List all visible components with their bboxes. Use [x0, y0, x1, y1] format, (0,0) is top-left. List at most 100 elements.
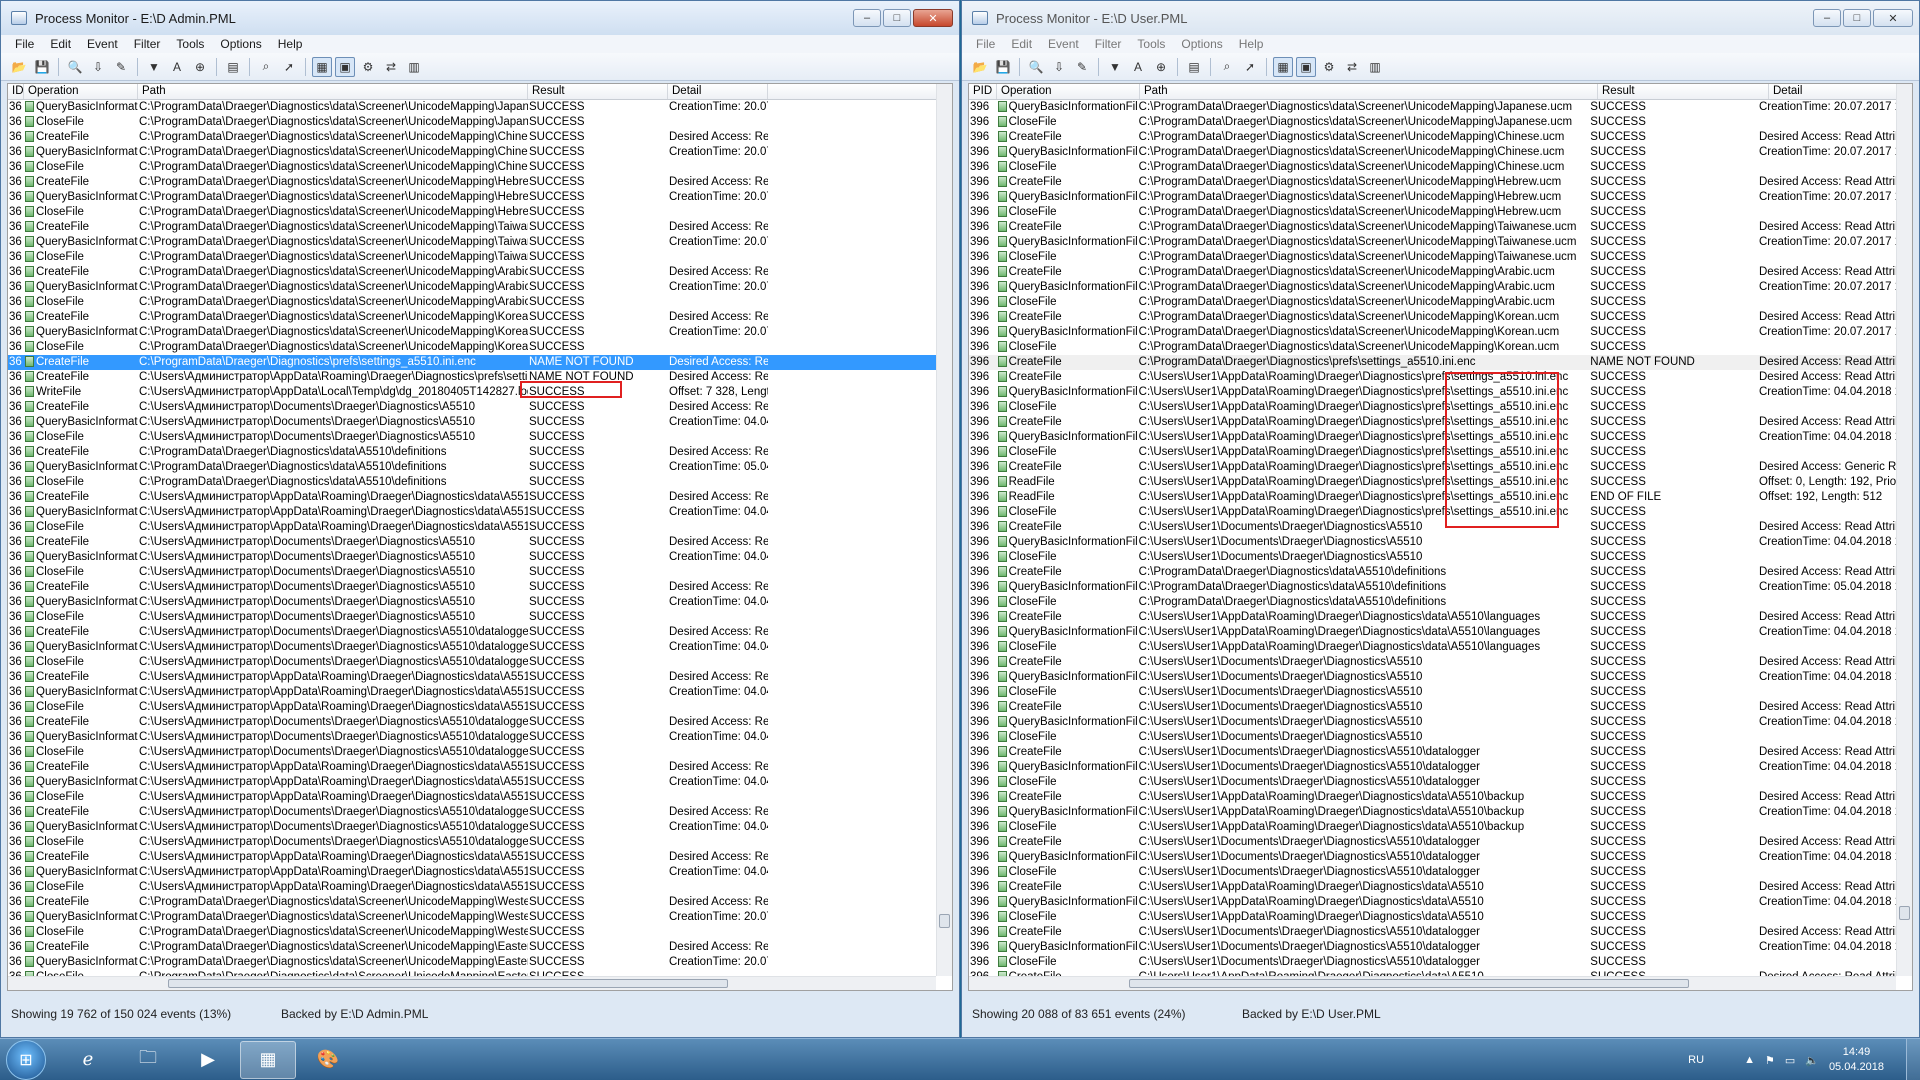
clock[interactable]: 14:49 05.04.2018: [1829, 1045, 1884, 1075]
table-row[interactable]: 36 CreateFile C:\ProgramData\Draeger\Diagn…: [8, 940, 936, 955]
table-row[interactable]: 396 CreateFile C:\Users\User1\AppData\Roam…: [969, 790, 1896, 805]
vertical-scrollbar[interactable]: [1896, 84, 1912, 976]
table-row[interactable]: 36 QueryBasicInformationFileC:\ProgramDat…: [8, 190, 936, 205]
close-button[interactable]: ✕: [913, 9, 953, 27]
table-row[interactable]: 396 CloseFile C:\Users\User1\Documents\Dra…: [969, 730, 1896, 745]
table-row[interactable]: 396 QueryBasicInformationFile C:\ProgramDa…: [969, 325, 1896, 340]
table-row[interactable]: 396 QueryBasicInformationFile C:\ProgramDa…: [969, 145, 1896, 160]
process-icon[interactable]: ⚙: [1319, 57, 1339, 77]
table-row[interactable]: 396 QueryBasicInformationFile C:\Users\Use…: [969, 940, 1896, 955]
table-row[interactable]: 396 QueryBasicInformationFile C:\Users\Use…: [969, 895, 1896, 910]
table-row[interactable]: 36 QueryBasicInformationFileC:\ProgramDat…: [8, 145, 936, 160]
table-row[interactable]: 36 CloseFile C:\ProgramData\Draeger\Diagno…: [8, 205, 936, 220]
profiling-icon[interactable]: ▥: [404, 57, 424, 77]
registry-icon[interactable]: ▦: [1273, 56, 1293, 77]
table-row[interactable]: 396 CloseFile C:\Users\User1\AppData\Roami…: [969, 505, 1896, 520]
table-row[interactable]: 36 QueryBasicInformationFileC:\ProgramDat…: [8, 460, 936, 475]
table-row[interactable]: 36 CreateFile C:\Users\Администратор\AppDa…: [8, 670, 936, 685]
table-row[interactable]: 36 CloseFile C:\ProgramData\Draeger\Diagno…: [8, 340, 936, 355]
table-row[interactable]: 36 CreateFile C:\ProgramData\Draeger\Diagn…: [8, 130, 936, 145]
show-desktop-button[interactable]: [1906, 1039, 1920, 1080]
column-pid[interactable]: PID: [969, 84, 997, 99]
autoscroll-icon[interactable]: ⇩: [1049, 57, 1069, 77]
table-row[interactable]: 36 QueryBasicInformationFileC:\ProgramDat…: [8, 910, 936, 925]
horizontal-scrollbar[interactable]: [8, 976, 936, 990]
table-row[interactable]: 396 CloseFile C:\Users\User1\AppData\Roami…: [969, 910, 1896, 925]
table-row[interactable]: 36 CreateFile C:\Users\Администратор\Docum…: [8, 400, 936, 415]
filesystem-icon[interactable]: ▣: [335, 56, 355, 77]
menu-options[interactable]: Options: [212, 37, 269, 51]
table-row[interactable]: 36 CloseFile C:\Users\Администратор\Docume…: [8, 835, 936, 850]
table-row[interactable]: 36 QueryBasicInformationFileC:\Users\Адми…: [8, 820, 936, 835]
table-row[interactable]: 396 CreateFile C:\Users\User1\AppData\Roam…: [969, 880, 1896, 895]
table-row[interactable]: 396 CloseFile C:\Users\User1\AppData\Roami…: [969, 400, 1896, 415]
table-row[interactable]: 36 CreateFile C:\ProgramData\Draeger\Diagn…: [8, 355, 936, 370]
table-row[interactable]: 36 QueryBasicInformationFileC:\Users\Адми…: [8, 685, 936, 700]
internet-explorer-icon[interactable]: ℯ: [60, 1041, 116, 1079]
action-center-icon[interactable]: ⚑: [1765, 1054, 1775, 1067]
table-row[interactable]: 36 CreateFile C:\Users\Администратор\AppDa…: [8, 490, 936, 505]
table-row[interactable]: 36 CreateFile C:\Users\Администратор\Docum…: [8, 625, 936, 640]
table-row[interactable]: 396 CreateFile C:\ProgramData\Draeger\Diag…: [969, 565, 1896, 580]
menu-help[interactable]: Help: [270, 37, 311, 51]
profiling-icon[interactable]: ▥: [1365, 57, 1385, 77]
filter-icon[interactable]: ▼: [144, 57, 164, 77]
table-row[interactable]: 36 CreateFile C:\Users\Администратор\Docum…: [8, 580, 936, 595]
table-row[interactable]: 36 QueryBasicInformationFileC:\Users\Адми…: [8, 505, 936, 520]
clear-icon[interactable]: ✎: [1072, 57, 1092, 77]
table-row[interactable]: 396 CreateFile C:\ProgramData\Draeger\Diag…: [969, 355, 1896, 370]
filesystem-icon[interactable]: ▣: [1296, 56, 1316, 77]
table-row[interactable]: 36 CreateFile C:\ProgramData\Draeger\Diagn…: [8, 265, 936, 280]
menu-event[interactable]: Event: [79, 37, 126, 51]
table-row[interactable]: 36 QueryBasicInformationFileC:\ProgramDat…: [8, 280, 936, 295]
table-row[interactable]: 396 CreateFile C:\ProgramData\Draeger\Diag…: [969, 220, 1896, 235]
filter-icon[interactable]: ▼: [1105, 57, 1125, 77]
menu-file[interactable]: File: [7, 37, 42, 51]
menu-file[interactable]: File: [968, 37, 1003, 51]
table-row[interactable]: 36 QueryBasicInformationFileC:\ProgramDat…: [8, 235, 936, 250]
language-indicator[interactable]: RU: [1688, 1054, 1704, 1066]
start-orb-icon[interactable]: ⊞: [6, 1039, 46, 1080]
table-row[interactable]: 396 QueryBasicInformationFile C:\Users\Use…: [969, 850, 1896, 865]
table-row[interactable]: 36 CreateFile C:\Users\Администратор\Docum…: [8, 715, 936, 730]
table-row[interactable]: 396 CloseFile C:\Users\User1\AppData\Roami…: [969, 820, 1896, 835]
minimize-button[interactable]: –: [853, 9, 881, 27]
table-row[interactable]: 396 CreateFile C:\Users\User1\Documents\Dr…: [969, 835, 1896, 850]
maximize-button[interactable]: □: [883, 9, 911, 27]
close-button[interactable]: ✕: [1873, 9, 1913, 27]
table-row[interactable]: 396 CreateFile C:\Users\User1\Documents\Dr…: [969, 925, 1896, 940]
table-row[interactable]: 396 QueryBasicInformationFile C:\ProgramDa…: [969, 580, 1896, 595]
process-icon[interactable]: ⚙: [358, 57, 378, 77]
table-row[interactable]: 396 CloseFile C:\ProgramData\Draeger\Diagn…: [969, 160, 1896, 175]
table-row[interactable]: 36 CloseFile C:\ProgramData\Draeger\Diagno…: [8, 250, 936, 265]
table-row[interactable]: 396 QueryBasicInformationFile C:\Users\Use…: [969, 385, 1896, 400]
jump-icon[interactable]: ➚: [279, 57, 299, 77]
table-row[interactable]: 36 QueryBasicInformationFileC:\ProgramDat…: [8, 100, 936, 115]
column-result[interactable]: Result: [1598, 84, 1769, 99]
table-row[interactable]: 36 CloseFile C:\Users\Администратор\Docume…: [8, 745, 936, 760]
table-row[interactable]: 36 CloseFile C:\ProgramData\Draeger\Diagno…: [8, 475, 936, 490]
table-row[interactable]: 396 ReadFile C:\Users\User1\AppData\Roamin…: [969, 475, 1896, 490]
properties-icon[interactable]: ▤: [1184, 57, 1204, 77]
save-icon[interactable]: 💾: [993, 57, 1013, 77]
table-row[interactable]: 36 QueryBasicInformationFileC:\Users\Адми…: [8, 640, 936, 655]
menu-tools[interactable]: Tools: [1129, 37, 1173, 51]
column-pid[interactable]: ID: [8, 84, 24, 99]
table-row[interactable]: 396 CloseFile C:\ProgramData\Draeger\Diagn…: [969, 340, 1896, 355]
menu-help[interactable]: Help: [1231, 37, 1272, 51]
registry-icon[interactable]: ▦: [312, 56, 332, 77]
capture-icon[interactable]: 🔍: [1026, 57, 1046, 77]
volume-icon[interactable]: 🔈: [1805, 1054, 1819, 1067]
table-row[interactable]: 36 WriteFile C:\Users\Администратор\AppDat…: [8, 385, 936, 400]
menu-filter[interactable]: Filter: [1087, 37, 1130, 51]
column-operation[interactable]: Operation: [997, 84, 1140, 99]
column-operation[interactable]: Operation: [24, 84, 138, 99]
table-row[interactable]: 36 QueryBasicInformationFileC:\Users\Адми…: [8, 595, 936, 610]
table-row[interactable]: 396 CreateFile C:\ProgramData\Draeger\Diag…: [969, 265, 1896, 280]
table-row[interactable]: 396 QueryBasicInformationFile C:\Users\Use…: [969, 625, 1896, 640]
menu-edit[interactable]: Edit: [42, 37, 79, 51]
table-row[interactable]: 36 CloseFile C:\Users\Администратор\Docume…: [8, 655, 936, 670]
autoscroll-icon[interactable]: ⇩: [88, 57, 108, 77]
table-row[interactable]: 36 CloseFile C:\ProgramData\Draeger\Diagno…: [8, 925, 936, 940]
table-row[interactable]: 396 QueryBasicInformationFile C:\Users\Use…: [969, 760, 1896, 775]
